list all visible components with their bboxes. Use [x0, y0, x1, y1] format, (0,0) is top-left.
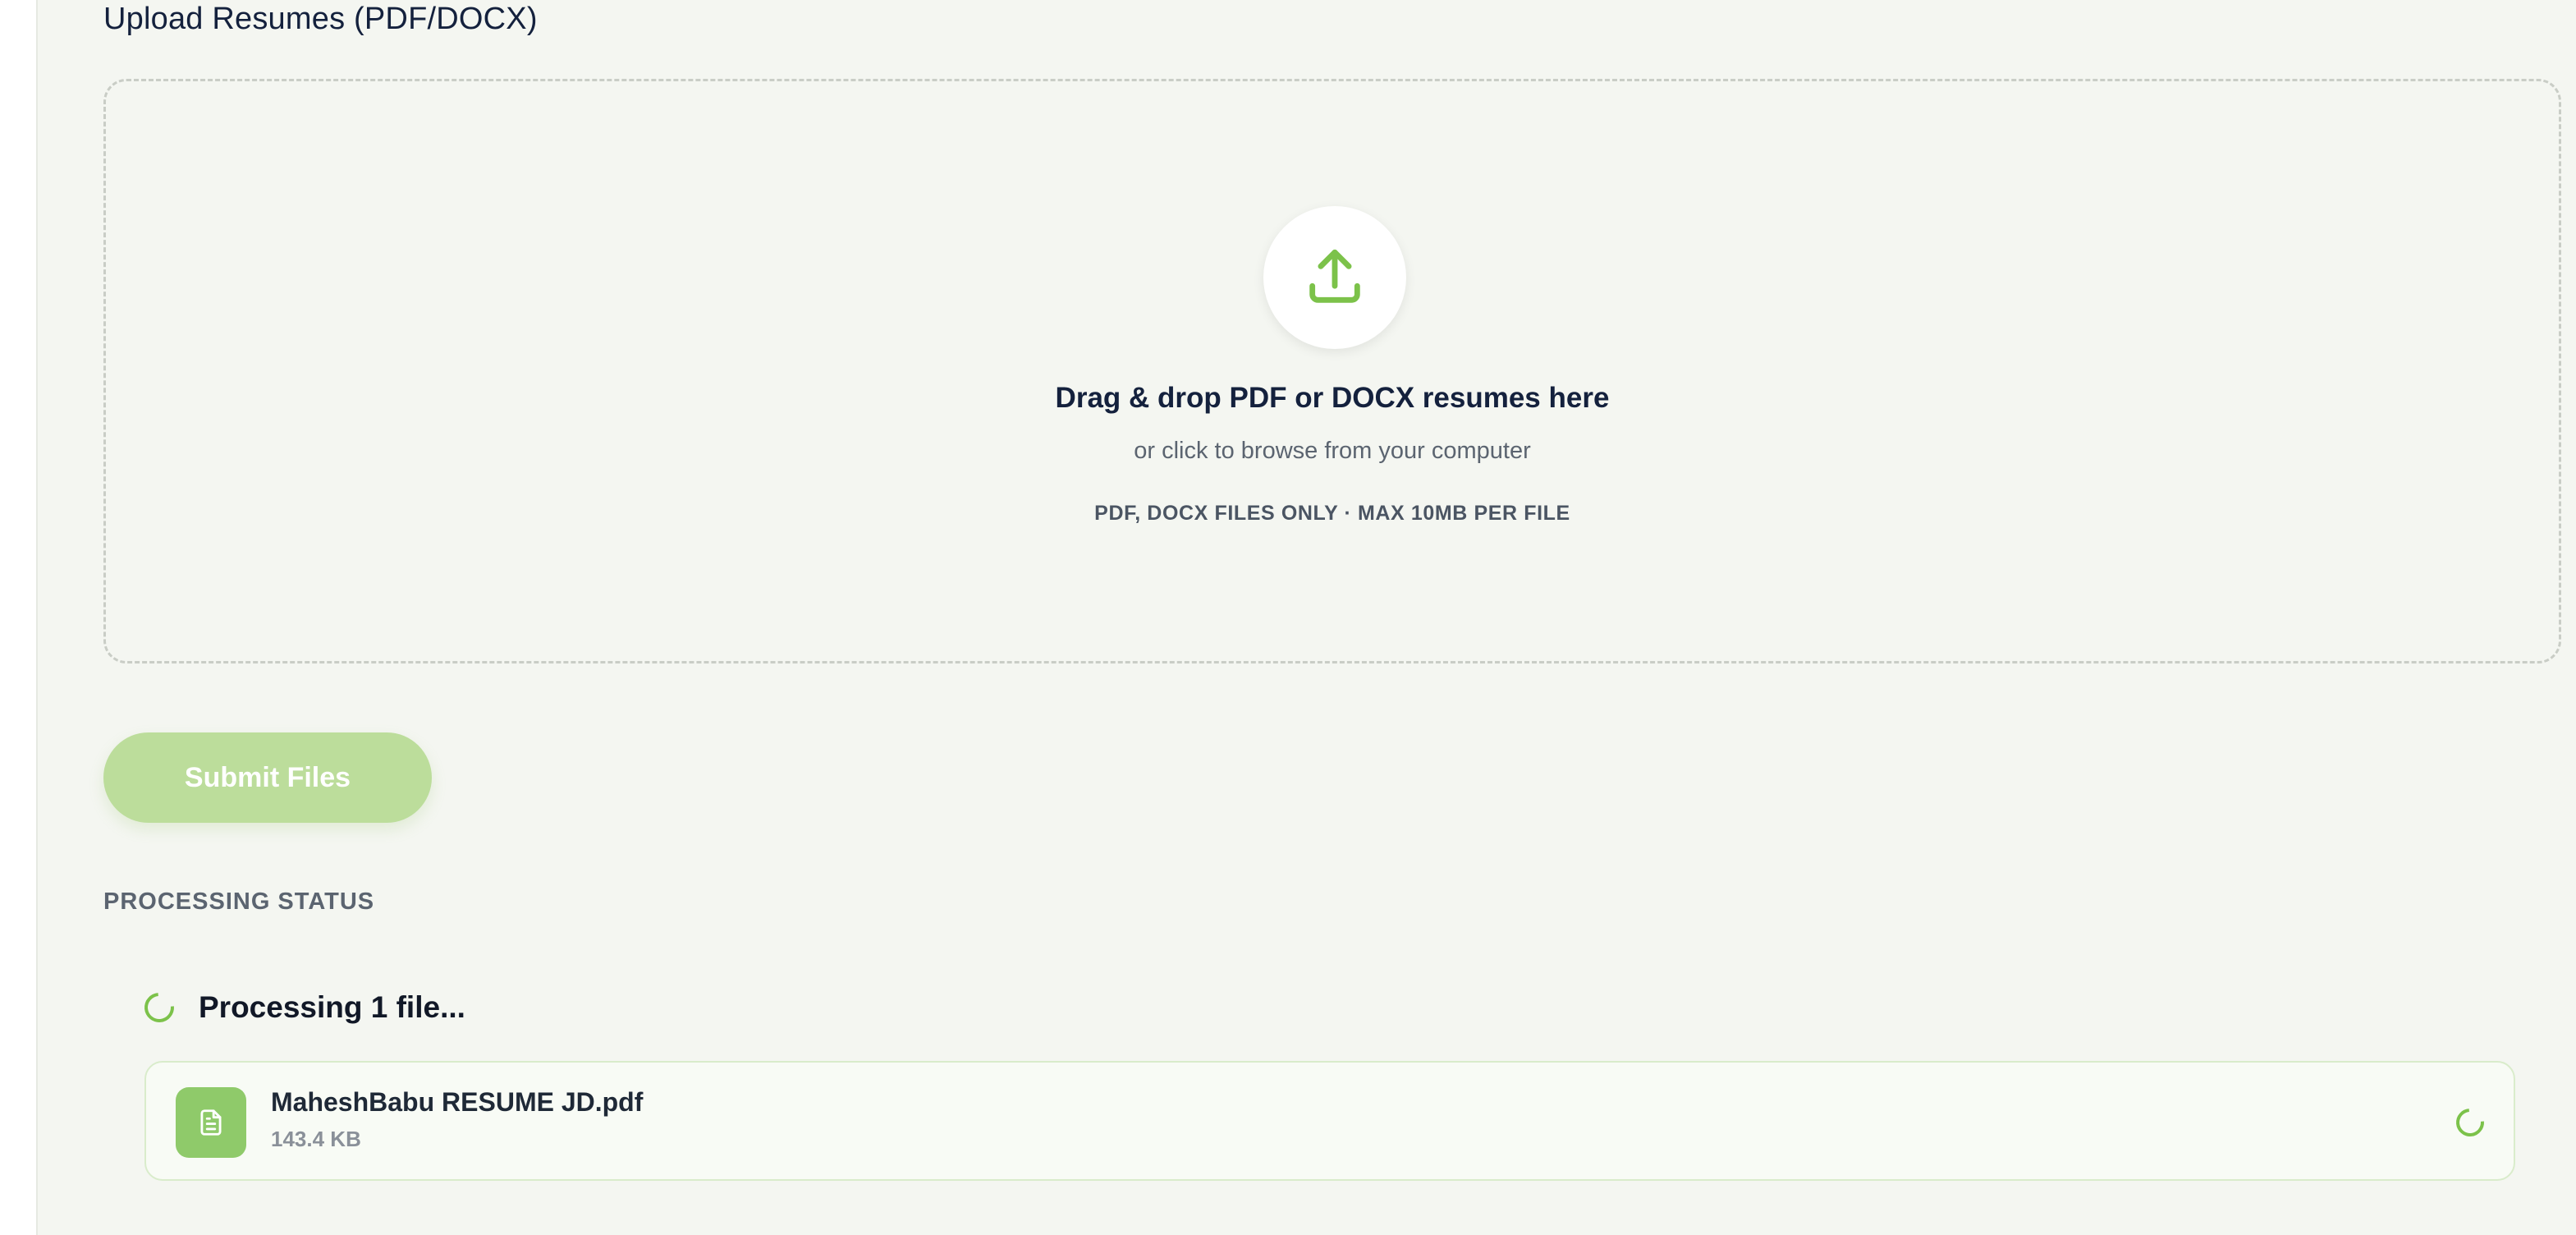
- loading-spinner-icon: [138, 986, 181, 1029]
- page: Upload Resumes (PDF/DOCX) Drag & drop PD…: [0, 0, 2576, 1235]
- resume-dropzone[interactable]: Drag & drop PDF or DOCX resumes here or …: [103, 79, 2561, 663]
- file-list-item: MaheshBabu RESUME JD.pdf 143.4 KB: [144, 1061, 2515, 1181]
- upload-icon-circle: [1263, 206, 1406, 349]
- file-size: 143.4 KB: [271, 1127, 361, 1151]
- processing-text: Processing 1 file...: [199, 990, 465, 1024]
- processing-indicator: Processing 1 file...: [138, 985, 465, 1030]
- document-icon: [176, 1087, 246, 1158]
- file-name: MaheshBabu RESUME JD.pdf: [271, 1087, 644, 1117]
- dropzone-file-hint: PDF, DOCX FILES ONLY · MAX 10MB PER FILE: [1094, 502, 1570, 525]
- upload-icon: [1309, 249, 1360, 303]
- processing-status-heading: PROCESSING STATUS: [103, 888, 375, 915]
- submit-files-button[interactable]: Submit Files: [103, 732, 432, 823]
- section-title: Upload Resumes (PDF/DOCX): [103, 2, 538, 36]
- file-loading-spinner-icon: [2450, 1103, 2490, 1142]
- left-sidebar-edge: [0, 0, 38, 1235]
- dropzone-subtitle: or click to browse from your computer: [1134, 438, 1531, 464]
- dropzone-title: Drag & drop PDF or DOCX resumes here: [1055, 382, 1610, 414]
